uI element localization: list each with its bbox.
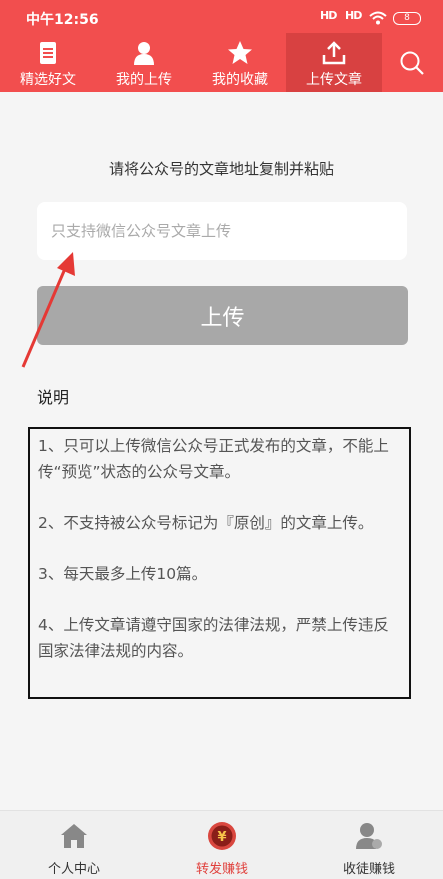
status-time: 中午12:56 <box>26 12 99 28</box>
note-item: 2、不支持被公众号标记为『原创』的文章上传。 <box>38 514 374 532</box>
tab-my-favorites[interactable]: 我的收藏 <box>192 33 288 92</box>
tab-label: 个人中心 <box>47 862 100 877</box>
upload-button[interactable]: 上传 <box>37 286 408 345</box>
tab-label: 上传文章 <box>306 72 362 88</box>
notes-box: 1、只可以上传微信公众号正式发布的文章，不能上传“预览”状态的公众号文章。 2、… <box>28 427 411 699</box>
home-icon <box>61 824 87 848</box>
star-icon <box>228 41 252 64</box>
search-icon[interactable] <box>398 49 426 77</box>
tab-label: 我的上传 <box>116 72 172 88</box>
note-item: 1、只可以上传微信公众号正式发布的文章，不能上传“预览”状态的公众号文章。 <box>38 437 389 481</box>
tab-label: 收徒赚钱 <box>342 862 395 877</box>
article-url-input[interactable] <box>37 202 407 260</box>
person-icon <box>134 42 154 65</box>
document-icon <box>40 42 56 64</box>
note-item: 4、上传文章请遵守国家的法律法规，严禁上传违反国家法律法规的内容。 <box>38 616 389 660</box>
signal-indicator-1: HD <box>320 9 337 22</box>
tab-label: 我的收藏 <box>212 72 268 88</box>
signal-indicator-2: HD <box>345 9 362 22</box>
annotation-arrow <box>21 252 75 368</box>
status-bar: 中午12:56 HD HD 8 <box>0 0 443 33</box>
tab-label: 转发赚钱 <box>195 862 248 877</box>
tab-my-uploads[interactable]: 我的上传 <box>96 33 192 92</box>
note-item: 3、每天最多上传10篇。 <box>38 565 208 583</box>
tab-personal-center[interactable]: 个人中心 <box>0 811 148 879</box>
top-nav-bar: 精选好文 我的上传 我的收藏 上传文章 <box>0 33 443 92</box>
tab-recruit-earn[interactable]: 收徒赚钱 <box>295 811 443 879</box>
bottom-nav-bar: 个人中心 ¥ 转发赚钱 收徒赚钱 <box>0 810 443 879</box>
user-plus-icon <box>356 823 382 849</box>
notes-title: 说明 <box>37 388 70 407</box>
svg-text:¥: ¥ <box>217 830 226 845</box>
upload-form: 请将公众号的文章地址复制并粘贴 上传 说明 1、只可以上传微信公众号正式发布的文… <box>0 92 443 810</box>
paste-hint-text: 请将公众号的文章地址复制并粘贴 <box>108 160 334 178</box>
upload-icon <box>322 41 346 65</box>
money-icon: ¥ <box>208 822 236 850</box>
tab-upload-article[interactable]: 上传文章 <box>286 33 382 92</box>
battery-indicator: 8 <box>393 12 421 25</box>
tab-featured-articles[interactable]: 精选好文 <box>0 33 96 92</box>
wifi-icon <box>369 11 387 25</box>
tab-share-earn[interactable]: ¥ 转发赚钱 <box>148 811 296 879</box>
tab-label: 精选好文 <box>20 72 76 88</box>
